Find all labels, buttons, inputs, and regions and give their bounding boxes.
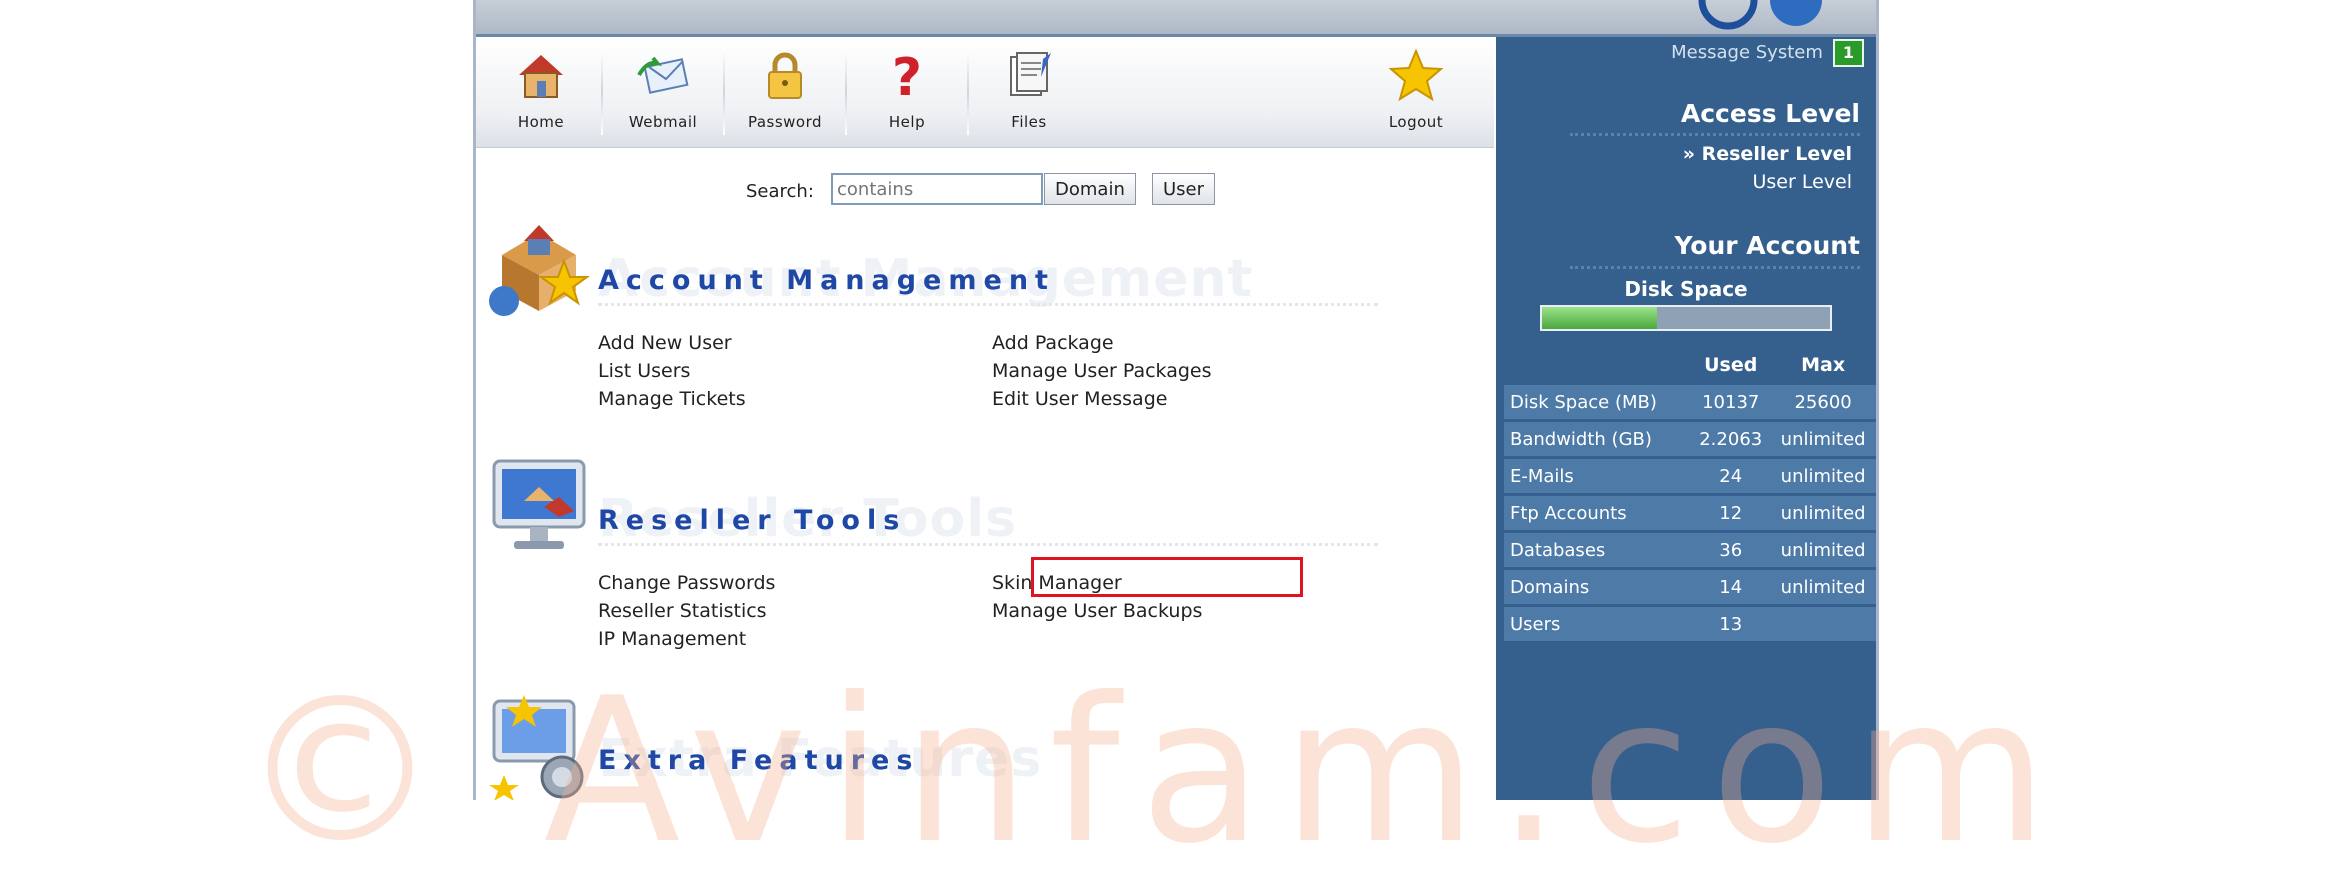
reseller-tools-icon	[492, 459, 586, 549]
app-frame: Home Webmail Password ? Help Files Logou…	[473, 0, 1879, 800]
stat-used: 14	[1691, 570, 1771, 604]
webmail-icon	[637, 56, 689, 94]
usage-stats-table: Used Max Disk Space (MB) 10137 25600 Bandw…	[1504, 345, 1876, 644]
stat-used: 36	[1691, 533, 1771, 567]
column-header-max: Max	[1801, 354, 1846, 376]
highlight-box	[1031, 557, 1303, 597]
sidebar: Message System 1 Access Level » Reseller …	[1496, 37, 1876, 800]
stat-name: E-Mails	[1504, 459, 1692, 493]
section-divider	[598, 303, 1378, 306]
main-content: Home Webmail Password ? Help Files Logou…	[476, 37, 1496, 800]
home-icon	[519, 55, 563, 98]
account-links-left: Add New User List Users Manage Tickets	[598, 329, 746, 413]
toolbar-home-button[interactable]: Home	[481, 45, 601, 145]
stat-max	[1770, 607, 1876, 641]
toolbar-files-button[interactable]: Files	[969, 45, 1089, 145]
table-row: Domains 14 unlimited	[1504, 570, 1876, 604]
toolbar-label: Logout	[1388, 113, 1444, 131]
list-users-link[interactable]: List Users	[598, 357, 746, 385]
search-input[interactable]	[831, 173, 1043, 205]
svg-text:?: ?	[892, 48, 922, 105]
stat-name: Domains	[1504, 570, 1692, 604]
manage-tickets-link[interactable]: Manage Tickets	[598, 385, 746, 413]
table-row: Databases 36 unlimited	[1504, 533, 1876, 567]
stat-max: unlimited	[1770, 533, 1876, 567]
stat-max: unlimited	[1770, 459, 1876, 493]
help-icon: ?	[892, 48, 922, 105]
files-icon	[1010, 52, 1051, 96]
stat-name: Bandwidth (GB)	[1504, 422, 1692, 456]
stat-name: Databases	[1504, 533, 1692, 567]
toolbar-help-button[interactable]: ? Help	[847, 45, 967, 145]
account-management-icon	[489, 225, 591, 316]
stat-max: unlimited	[1770, 570, 1876, 604]
message-count-badge: 1	[1832, 39, 1864, 67]
disk-usage-bar	[1540, 305, 1832, 331]
sidebar-divider	[1570, 266, 1860, 269]
manage-user-backups-link[interactable]: Manage User Backups	[992, 597, 1202, 625]
disk-space-label: Disk Space	[1624, 277, 1748, 301]
reseller-links-left: Change Passwords Reseller Statistics IP …	[598, 569, 775, 653]
change-passwords-link[interactable]: Change Passwords	[598, 569, 775, 597]
lock-icon	[768, 52, 802, 99]
toolbar-logout-button[interactable]: Logout	[1356, 45, 1476, 145]
message-system-link[interactable]: Message System 1	[1671, 39, 1864, 67]
your-account-heading: Your Account	[1674, 231, 1860, 260]
top-header-band	[476, 0, 1876, 37]
toolbar-label: Files	[1011, 113, 1047, 131]
access-level-heading: Access Level	[1680, 99, 1860, 128]
search-label: Search:	[746, 181, 814, 202]
toolbar-password-button[interactable]: Password	[725, 45, 845, 145]
stat-used: 24	[1691, 459, 1771, 493]
table-header-row: Used Max	[1504, 348, 1876, 382]
stat-used: 2.2063	[1691, 422, 1771, 456]
toolbar: Home Webmail Password ? Help Files Logou…	[476, 37, 1494, 148]
user-level-link[interactable]: User Level	[1753, 171, 1853, 193]
stat-used: 13	[1691, 607, 1771, 641]
table-row: Disk Space (MB) 10137 25600	[1504, 385, 1876, 419]
table-row: Users 13	[1504, 607, 1876, 641]
search-domain-button[interactable]: Domain	[1044, 173, 1136, 205]
section-divider	[598, 543, 1378, 546]
stat-name: Users	[1504, 607, 1692, 641]
toolbar-label: Webmail	[628, 113, 698, 131]
extra-features-icon	[489, 695, 584, 800]
section-title: Reseller Tools	[598, 505, 907, 536]
toolbar-label: Help	[888, 113, 926, 131]
section-title: Account Management	[598, 265, 1055, 296]
add-new-user-link[interactable]: Add New User	[598, 329, 746, 357]
search-user-button[interactable]: User	[1152, 173, 1216, 205]
table-row: E-Mails 24 unlimited	[1504, 459, 1876, 493]
star-icon	[1388, 48, 1444, 102]
manage-user-packages-link[interactable]: Manage User Packages	[992, 357, 1212, 385]
stat-name: Disk Space (MB)	[1504, 385, 1692, 419]
edit-user-message-link[interactable]: Edit User Message	[992, 385, 1212, 413]
ip-management-link[interactable]: IP Management	[598, 625, 775, 653]
toolbar-label: Home	[517, 113, 565, 131]
sidebar-divider	[1570, 133, 1860, 136]
toolbar-label: Password	[747, 113, 823, 131]
toolbar-webmail-button[interactable]: Webmail	[603, 45, 723, 145]
section-title: Extra Features	[598, 745, 920, 776]
stat-used: 10137	[1691, 385, 1771, 419]
stat-max: unlimited	[1770, 496, 1876, 530]
table-row: Bandwidth (GB) 2.2063 unlimited	[1504, 422, 1876, 456]
logo-icon	[1698, 0, 1822, 30]
column-header-name	[1504, 348, 1691, 382]
stat-name: Ftp Accounts	[1504, 496, 1692, 530]
reseller-statistics-link[interactable]: Reseller Statistics	[598, 597, 775, 625]
table-row: Ftp Accounts 12 unlimited	[1504, 496, 1876, 530]
stat-max: unlimited	[1770, 422, 1876, 456]
column-header-used: Used	[1704, 354, 1758, 376]
add-package-link[interactable]: Add Package	[992, 329, 1212, 357]
stat-max: 25600	[1770, 385, 1876, 419]
stat-used: 12	[1691, 496, 1771, 530]
reseller-level-link[interactable]: » Reseller Level	[1683, 143, 1852, 165]
message-system-label: Message System	[1671, 42, 1823, 63]
disk-usage-fill	[1542, 307, 1658, 329]
account-links-right: Add Package Manage User Packages Edit Us…	[992, 329, 1212, 413]
